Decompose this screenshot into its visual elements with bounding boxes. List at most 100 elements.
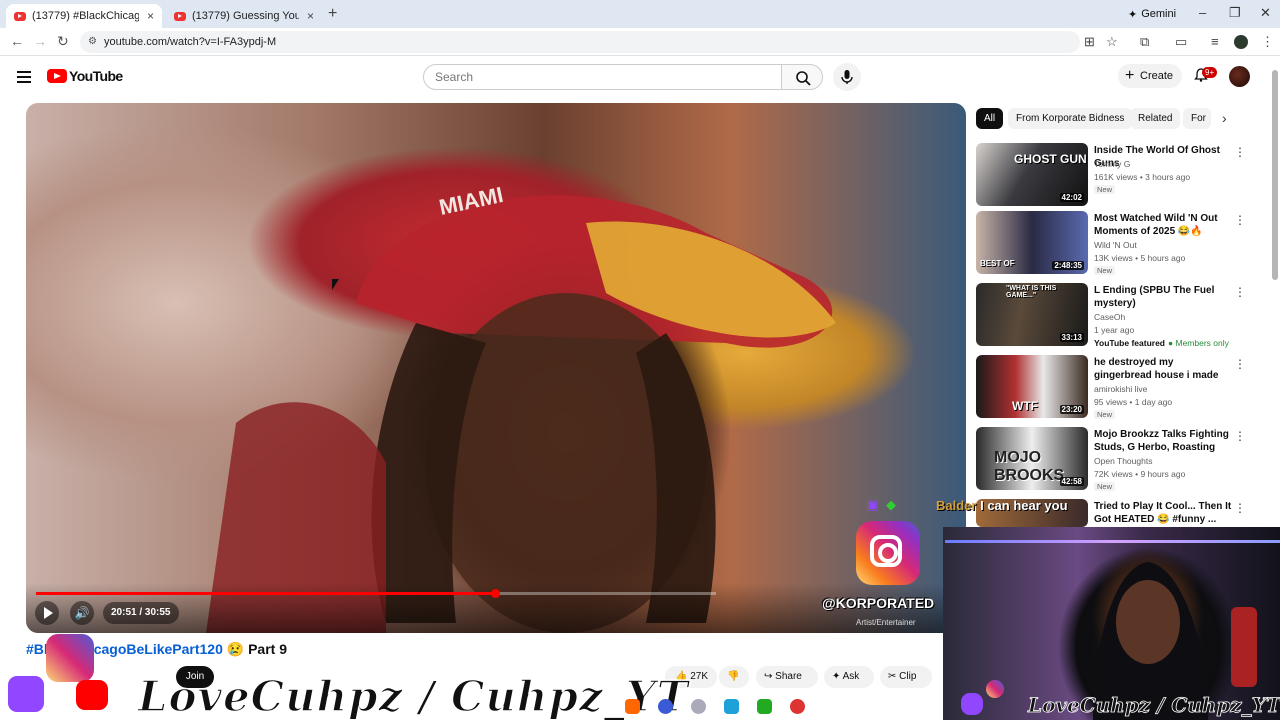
new-badge: New [1094, 410, 1116, 419]
chip-from-channel[interactable]: From Korporate Bidness [1008, 108, 1133, 129]
video-meta: 72K views • 9 hours ago [1094, 469, 1186, 479]
seek-bar-handle[interactable] [491, 589, 500, 598]
twitch-badge-icon: ▣ [866, 497, 879, 512]
scissors-icon: ✂ [888, 671, 897, 682]
streamer-brand-overlay: LoveCuhpz / Cuhpz_YT [137, 671, 689, 720]
site-info-icon[interactable]: ⚙ [88, 31, 97, 53]
members-only-label: ● Members only [1168, 338, 1229, 348]
streamer-brand-overlay-small: LoveCuhpz / Cuhpz_YT [1028, 693, 1280, 718]
app-icon[interactable] [658, 699, 673, 714]
youtube-logo-icon[interactable] [47, 69, 67, 83]
chat-username: Balder [936, 498, 977, 513]
video-thumbnail[interactable]: GHOST GUN 42:02 [976, 143, 1088, 206]
share-button[interactable]: ↪ Share [756, 666, 818, 688]
forward-icon[interactable]: → [33, 33, 47, 49]
chip-related[interactable]: Related [1130, 108, 1181, 129]
new-tab-icon[interactable]: + [328, 5, 337, 23]
browser-tab-strip: (13779) #BlackChicagoBeLikePa × (13779) … [0, 0, 1280, 28]
hamburger-menu-icon[interactable] [17, 71, 31, 83]
reload-icon[interactable]: ↻ [57, 33, 69, 50]
share-icon: ↪ [764, 671, 773, 682]
recommendation-item[interactable]: GHOST GUN 42:02 Inside The World Of Ghos… [976, 143, 1266, 207]
sparkle-icon: ✦ [832, 671, 841, 682]
browser-profile-avatar[interactable] [1234, 35, 1248, 49]
featured-label: YouTube featured [1094, 338, 1165, 348]
cast-icon[interactable]: ▭ [1175, 34, 1187, 50]
clip-label: Clip [899, 671, 917, 682]
browser-tab[interactable]: (13779) Guessing Your Rank RE × [166, 4, 322, 28]
recommendation-item[interactable]: BEST OF 2:48:35 Most Watched Wild 'N Out… [976, 211, 1266, 275]
recommendation-title[interactable]: L Ending (SPBU The Fuel mystery) [1094, 284, 1232, 310]
url-field[interactable]: ⚙ youtube.com/watch?v=I-FA3ypdj-M [80, 31, 1080, 53]
recommendation-title[interactable]: Tried to Play It Cool... Then It Got HEA… [1094, 500, 1232, 526]
extensions-icon[interactable]: ⧉ [1140, 34, 1149, 50]
app-icon[interactable] [757, 699, 772, 714]
recommendation-title[interactable]: Most Watched Wild 'N Out Moments of 2025… [1094, 212, 1232, 238]
chip-for-you[interactable]: For [1183, 108, 1211, 129]
search-button[interactable] [781, 64, 823, 90]
close-window-icon[interactable]: ✕ [1260, 5, 1271, 21]
thumbnail-text: WTF [1012, 399, 1038, 413]
more-options-icon[interactable]: ⋮ [1234, 357, 1246, 371]
soundcloud-icon[interactable] [625, 699, 640, 714]
install-app-icon[interactable]: ⊞ [1084, 34, 1095, 50]
ask-button[interactable]: ✦ Ask [824, 666, 874, 688]
video-thumbnail[interactable]: "WHAT IS THIS GAME..." 33:13 [976, 283, 1088, 346]
video-thumbnail[interactable]: WTF 23:20 [976, 355, 1088, 418]
volume-button[interactable]: 🔊 [70, 601, 94, 625]
close-tab-icon[interactable]: × [147, 9, 154, 23]
clip-button[interactable]: ✂ Clip [880, 666, 932, 688]
minimize-icon[interactable]: – [1199, 5, 1206, 20]
video-thumbnail[interactable]: BEST OF 2:48:35 [976, 211, 1088, 274]
channel-name[interactable]: Open Thoughts [1094, 456, 1152, 466]
instagram-handle: @KORPORATED [822, 595, 935, 611]
video-thumbnail[interactable]: MOJO BROOKS 42:58 [976, 427, 1088, 490]
badge-icon: ◆ [886, 497, 896, 512]
mouse-cursor-icon [332, 279, 339, 290]
create-button[interactable]: Create [1118, 64, 1182, 88]
chip-all[interactable]: All [976, 108, 1004, 129]
media-controls-icon[interactable]: ≡ [1211, 34, 1219, 49]
dislike-button[interactable]: 👎 [719, 666, 749, 688]
account-avatar[interactable] [1229, 66, 1250, 87]
browser-menu-icon[interactable]: ⋮ [1261, 34, 1274, 50]
microphone-icon [841, 70, 853, 84]
instagram-logo-icon [856, 521, 920, 585]
chevron-right-icon[interactable]: › [1222, 110, 1227, 126]
more-options-icon[interactable]: ⋮ [1234, 145, 1246, 159]
youtube-icon [76, 680, 108, 710]
recommendation-item[interactable]: "WHAT IS THIS GAME..." 33:13 L Ending (S… [976, 283, 1266, 348]
restore-icon[interactable]: ❐ [1229, 5, 1241, 21]
more-options-icon[interactable]: ⋮ [1234, 285, 1246, 299]
more-options-icon[interactable]: ⋮ [1234, 429, 1246, 443]
twitch-icon [8, 676, 44, 712]
app-icon[interactable] [691, 699, 706, 714]
search-input[interactable]: Search [423, 64, 782, 90]
recommendation-item[interactable]: WTF 23:20 he destroyed my gingerbread ho… [976, 355, 1266, 419]
video-meta: 13K views • 5 hours ago [1094, 253, 1186, 263]
recommendation-title[interactable]: he destroyed my gingerbread house i made… [1094, 356, 1232, 382]
recommendation-title[interactable]: Mojo Brookzz Talks Fighting Studs, G Her… [1094, 428, 1232, 454]
close-tab-icon[interactable]: × [307, 9, 314, 23]
time-display: 20:51 / 30:55 [103, 602, 179, 624]
channel-name[interactable]: Wild 'N Out [1094, 240, 1137, 250]
instagram-subtitle: Artist/Entertainer [856, 618, 916, 627]
play-button[interactable] [35, 601, 59, 625]
video-player[interactable]: MIAMI [26, 103, 966, 633]
app-icon[interactable] [724, 699, 739, 714]
youtube-wordmark[interactable]: YouTube [69, 68, 123, 84]
thumbs-down-icon: 👎 [727, 671, 740, 682]
more-options-icon[interactable]: ⋮ [1234, 213, 1246, 227]
page-scrollbar[interactable] [1272, 70, 1278, 280]
channel-name[interactable]: Tommy G [1094, 159, 1130, 169]
browser-tab-active[interactable]: (13779) #BlackChicagoBeLikePa × [6, 4, 162, 28]
channel-name[interactable]: amirokishi live [1094, 384, 1147, 394]
recommendation-item[interactable]: MOJO BROOKS 42:58 Mojo Brookzz Talks Fig… [976, 427, 1266, 491]
back-icon[interactable]: ← [10, 33, 24, 49]
bookmark-star-icon[interactable]: ☆ [1106, 34, 1118, 50]
gemini-button[interactable]: ✦ Gemini [1120, 5, 1184, 23]
voice-search-button[interactable] [833, 63, 861, 91]
channel-name[interactable]: CaseOh [1094, 312, 1125, 322]
more-options-icon[interactable]: ⋮ [1234, 501, 1246, 515]
app-icon[interactable] [790, 699, 805, 714]
